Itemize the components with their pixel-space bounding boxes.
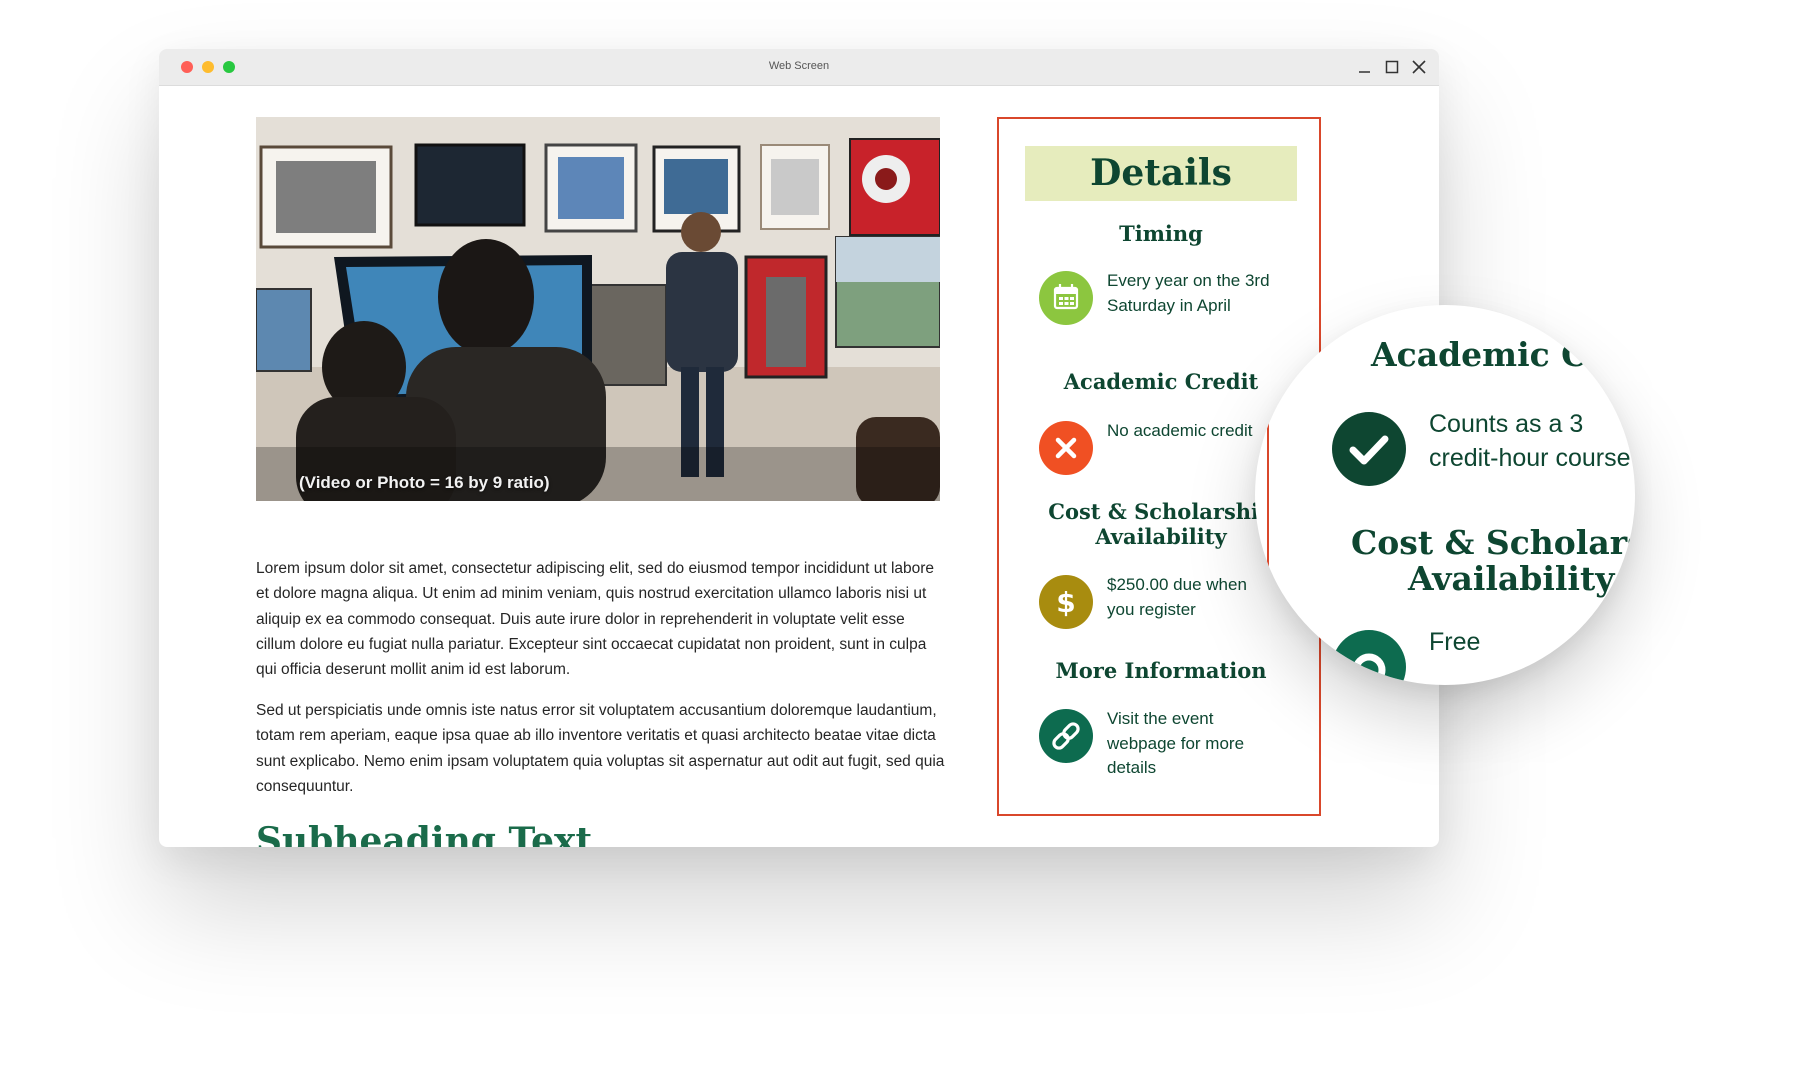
minimize-icon[interactable] (1357, 59, 1373, 75)
academic-credit-text: No academic credit (1107, 421, 1253, 440)
details-heading: Details (1025, 146, 1297, 201)
link-icon[interactable] (1039, 709, 1093, 763)
hero-caption: (Video or Photo = 16 by 9 ratio) (299, 473, 550, 492)
close-icon[interactable] (1411, 59, 1427, 75)
body-paragraph-1: Lorem ipsum dolor sit amet, consectetur … (256, 556, 946, 682)
magnifier-content: Academic Credit Counts as a 3 credit-hou… (1255, 305, 1635, 685)
svg-text:$: $ (1056, 586, 1075, 619)
magnified-panel-border (1255, 305, 1269, 685)
calendar-icon (1039, 271, 1093, 325)
timing-title: Timing (1119, 221, 1203, 246)
subheading: Subheading Text (256, 820, 593, 847)
body-paragraph-2: Sed ut perspiciatis unde omnis iste natu… (256, 698, 946, 799)
magnified-credit-title: Academic Credit (1371, 335, 1635, 374)
more-info-text[interactable]: Visit the event webpage for more details (1107, 707, 1277, 781)
hero-photo (256, 117, 940, 501)
magnified-cost-title-line1: Cost & Scholarship (1351, 523, 1635, 562)
window-title: Web Screen (768, 60, 830, 72)
dollar-icon: $ (1039, 575, 1093, 629)
paragraph-text: Sed ut perspiciatis unde omnis iste natu… (256, 702, 945, 795)
timing-text: Every year on the 3rd Saturday in April (1107, 271, 1270, 315)
magnified-cost-text: Free (1429, 628, 1481, 656)
maximize-icon[interactable] (1384, 59, 1400, 75)
magnified-credit-text-line1: Counts as a 3 (1429, 410, 1584, 438)
paragraph-text: Lorem ipsum dolor sit amet, consectetur … (256, 560, 935, 679)
browser-window: Web Screen (Video or Photo = 16 by 9 rat… (159, 49, 1439, 847)
hero-media[interactable]: (Video or Photo = 16 by 9 ratio) (256, 117, 940, 501)
cost-text: $250.00 due when you register (1107, 575, 1247, 619)
magnifier-callout: Academic Credit Counts as a 3 credit-hou… (1255, 305, 1635, 685)
check-icon (1332, 412, 1406, 486)
magnified-cost-title-line2: Availability (1408, 559, 1615, 598)
magnified-dollar-icon (1332, 630, 1406, 685)
magnified-credit-text-line2: credit-hour course (1429, 444, 1631, 472)
title-bar: Web Screen (159, 49, 1439, 86)
x-icon (1039, 421, 1093, 475)
